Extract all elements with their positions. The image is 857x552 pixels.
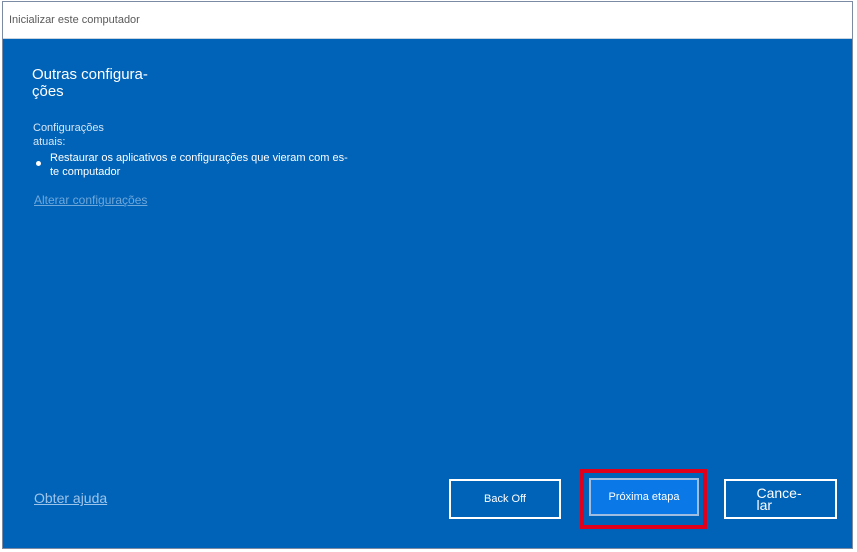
title-bar: Inicializar este computador [3, 2, 852, 39]
reset-pc-window: Inicializar este computador Outras confi… [2, 1, 853, 549]
window-title: Inicializar este computador [9, 14, 140, 26]
change-settings-link[interactable]: Alterar configurações [34, 193, 147, 207]
bullet-icon [36, 161, 41, 166]
page-heading: Outras configura-ções [32, 66, 148, 100]
settings-list-item: Restaurar os aplicativos e configurações… [36, 151, 356, 179]
current-settings-label: Configurações atuais: [33, 122, 104, 148]
next-button[interactable]: Próxima etapa [589, 478, 699, 516]
cancel-button[interactable]: Cance-lar [724, 479, 837, 519]
get-help-link[interactable]: Obter ajuda [34, 490, 107, 506]
next-button-highlight: Próxima etapa [580, 469, 707, 529]
cancel-button-label: Cance-lar [756, 485, 802, 513]
settings-item-text: Restaurar os aplicativos e configurações… [50, 152, 348, 178]
back-button[interactable]: Back Off [449, 479, 561, 519]
main-content: Outras configura-ções Configurações atua… [3, 39, 852, 548]
